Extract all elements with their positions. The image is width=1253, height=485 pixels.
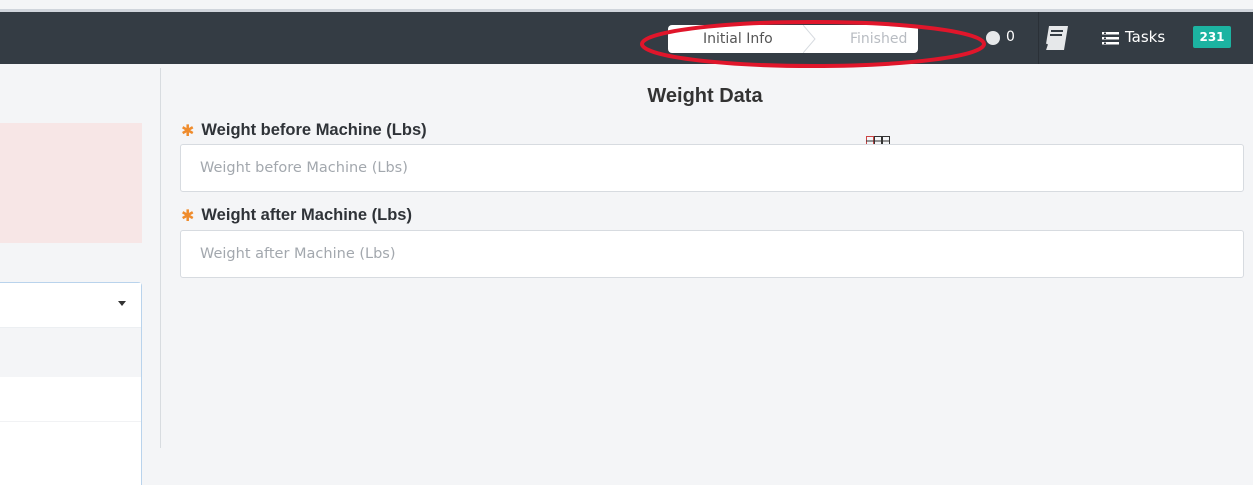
section-title: Weight Data [647,85,763,107]
alert-panel [0,123,142,243]
dropdown-option[interactable] [0,422,141,485]
weight-after-input[interactable] [180,230,1244,278]
required-asterisk-icon: ✱ [181,206,195,225]
left-select-dropdown[interactable] [0,282,142,485]
chat-bubble-icon[interactable] [986,31,1000,45]
navbar-divider [1038,12,1039,64]
dropdown-option[interactable] [0,377,141,422]
red-annotation-ellipse [640,20,986,68]
field-label-text: Weight before Machine (Lbs) [201,121,427,139]
weight-after-label: ✱ Weight after Machine (Lbs) [181,206,412,225]
tasks-link[interactable]: Tasks [1125,28,1165,46]
tasks-count-badge: 231 [1193,26,1231,48]
weight-before-input[interactable] [180,144,1244,192]
dropdown-option[interactable] [0,327,141,377]
app-window: Initial Info Finished 0 Tasks 231 Weight… [0,0,1253,485]
caret-down-icon [118,301,126,306]
field-label-text: Weight after Machine (Lbs) [201,206,412,224]
column-divider [160,68,161,448]
message-count: 0 [1006,29,1015,45]
dropdown-header[interactable] [0,283,141,327]
list-icon[interactable] [1102,32,1119,45]
notebook-icon[interactable] [1041,24,1071,52]
top-border [0,0,1253,12]
weight-before-label: ✱ Weight before Machine (Lbs) [181,121,427,140]
required-asterisk-icon: ✱ [181,121,195,140]
